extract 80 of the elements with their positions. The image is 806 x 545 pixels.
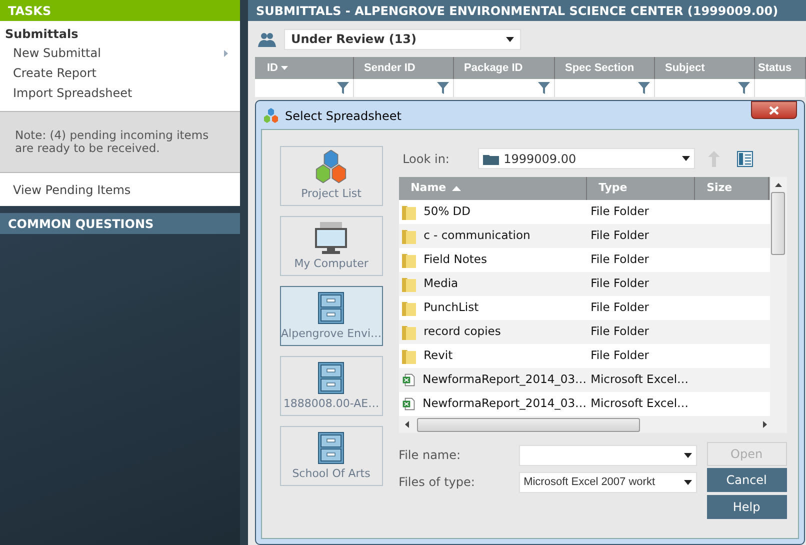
computer-icon — [314, 222, 348, 254]
menu-item[interactable]: Create Report — [0, 63, 240, 83]
close-button[interactable] — [751, 101, 797, 119]
folder-icon — [402, 252, 416, 268]
file-name[interactable]: Revit — [424, 347, 453, 365]
panel-header: COMMON QUESTIONS — [0, 213, 240, 234]
filter-icon[interactable] — [538, 82, 550, 94]
filter-icon[interactable] — [337, 82, 349, 94]
spreadsheet-icon — [402, 396, 415, 412]
look-in-label: Look in: — [402, 150, 450, 168]
place-button[interactable]: School Of Arts — [280, 426, 383, 486]
file-name[interactable]: NewformaReport_2014_03… — [422, 371, 587, 389]
folder-icon — [402, 348, 416, 364]
submenu-arrow-icon — [224, 50, 228, 56]
scroll-left-icon — [404, 421, 409, 428]
sort-up-icon — [452, 186, 462, 191]
folder-icon — [402, 276, 416, 292]
folder-icon — [402, 204, 416, 220]
file-cabinet-icon — [318, 432, 344, 464]
scroll-up-icon — [774, 183, 782, 187]
caret-icon — [684, 452, 692, 458]
panel-header: TASKS — [0, 0, 240, 21]
menu-item[interactable]: Import Spreadsheet — [0, 83, 240, 103]
folder-icon — [402, 300, 416, 316]
file-type: Microsoft Excel… — [590, 371, 690, 388]
file-type-dropdown[interactable]: Microsoft Excel 2007 workt — [518, 472, 697, 492]
scroll-thumb[interactable] — [771, 192, 786, 255]
close-icon — [769, 106, 779, 114]
caret-icon — [684, 480, 692, 484]
file-type: Microsoft Excel… — [590, 395, 690, 412]
menu-item[interactable]: New Submittal — [0, 43, 240, 63]
scroll-thumb[interactable] — [416, 418, 640, 432]
scroll-right-icon — [762, 421, 767, 428]
filter-icon[interactable] — [437, 82, 449, 94]
file-name[interactable]: c - communication — [424, 227, 530, 245]
dialog-title: Select Spreadsheet — [285, 108, 402, 124]
filter-icon[interactable] — [638, 82, 650, 94]
file-type: File Folder — [590, 251, 650, 268]
caret-icon — [506, 36, 514, 42]
section-title: Submittals — [4, 26, 80, 43]
view-list-icon[interactable] — [736, 150, 753, 166]
folder-icon — [482, 152, 499, 164]
look-in-dropdown[interactable]: 1999009.00 — [478, 148, 695, 169]
spreadsheet-icon — [402, 372, 415, 388]
place-button[interactable]: 1888008.00-AE… — [280, 356, 383, 416]
file-cabinet-icon — [318, 292, 344, 324]
filter-dropdown[interactable]: Under Review (13) — [284, 28, 521, 50]
page-title: SUBMITTALS - ALPENGROVE ENVIRONMENTAL SCIENCE CENTER (1999009.00) — [248, 0, 806, 21]
file-type: File Folder — [590, 299, 650, 316]
people-icon — [258, 32, 276, 46]
file-type-label: Files of type: — [398, 474, 476, 491]
file-cabinet-icon — [318, 362, 344, 394]
dialog-button[interactable]: Help — [706, 495, 787, 519]
place-button[interactable]: Project List — [280, 146, 383, 206]
file-name[interactable]: PunchList — [424, 299, 479, 317]
caret-icon — [682, 156, 690, 161]
folder-icon — [402, 228, 416, 244]
place-button[interactable]: Alpengrove Envi… — [280, 286, 383, 346]
file-type: File Folder — [590, 203, 650, 220]
file-type: File Folder — [590, 347, 650, 364]
file-name-field[interactable] — [518, 444, 697, 466]
horizontal-scrollbar[interactable] — [398, 416, 787, 433]
place-button[interactable]: My Computer — [280, 216, 383, 276]
vertical-scrollbar[interactable] — [770, 177, 787, 416]
file-name-label: File name: — [398, 447, 462, 464]
file-name[interactable]: Media — [424, 275, 458, 293]
file-name[interactable]: record copies — [424, 323, 501, 341]
folder-icon — [402, 324, 416, 340]
file-name[interactable]: NewformaReport_2014_03… — [422, 395, 587, 413]
dialog-button: Open — [706, 442, 787, 466]
file-type: File Folder — [590, 275, 650, 292]
filter-icon[interactable] — [738, 82, 750, 94]
sort-down-icon — [281, 66, 288, 70]
note-text: Note: (4) pending incoming items are ready to be received. — [15, 129, 210, 155]
file-type: File Folder — [590, 323, 650, 340]
file-name[interactable]: Field Notes — [424, 251, 487, 269]
dialog-button[interactable]: Cancel — [706, 468, 787, 492]
file-type: File Folder — [590, 227, 650, 244]
file-name[interactable]: 50% DD — [424, 203, 470, 221]
hexagons-icon — [263, 108, 279, 124]
